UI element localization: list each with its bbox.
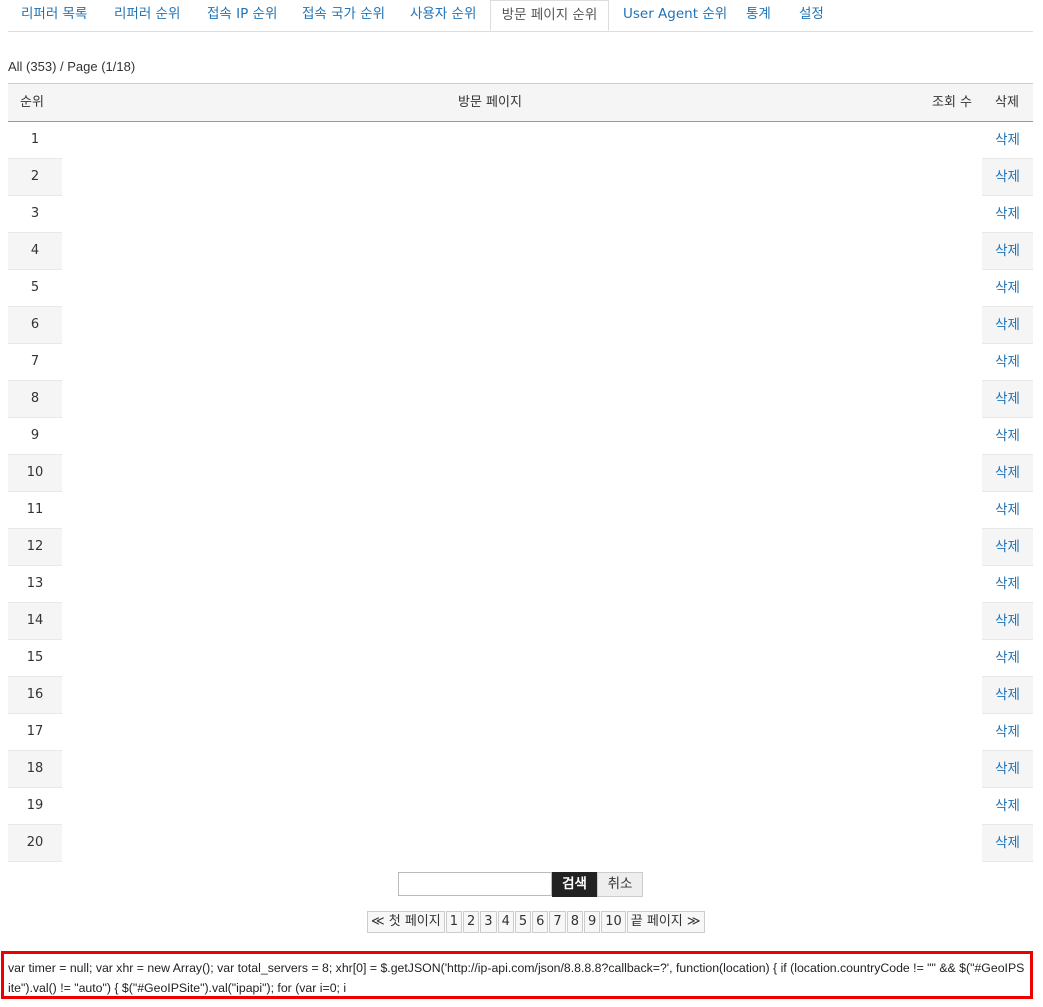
- table-row: 20 삭제: [8, 825, 1033, 862]
- page-number-link[interactable]: 5: [514, 911, 532, 933]
- table-row: 3 삭제: [8, 196, 1033, 233]
- tab-visit-page-rank[interactable]: 방문 페이지 순위: [490, 0, 609, 31]
- tab-bar: 리퍼러 목록 리퍼러 순위 접속 IP 순위 접속 국가 순위 사용자 순위 방…: [8, 0, 1033, 32]
- delete-link[interactable]: 삭제: [982, 788, 1033, 825]
- delete-link[interactable]: 삭제: [982, 159, 1033, 196]
- delete-link[interactable]: 삭제: [982, 677, 1033, 714]
- delete-link[interactable]: 삭제: [982, 566, 1033, 603]
- rank-cell: 4: [8, 233, 62, 270]
- delete-link[interactable]: 삭제: [982, 196, 1033, 233]
- delete-link[interactable]: 삭제: [982, 270, 1033, 307]
- tab-user-agent-rank[interactable]: User Agent 순위: [623, 0, 727, 30]
- rank-cell: 14: [8, 603, 62, 640]
- last-page-link[interactable]: 끝 페이지 ≫: [626, 911, 705, 933]
- table-row: 14 삭제: [8, 603, 1033, 640]
- header-rank: 순위: [20, 95, 44, 110]
- pagination: ≪ 첫 페이지 1 2 3 4 5 6 7 8 9 10 끝 페이지 ≫: [367, 911, 706, 933]
- delete-link[interactable]: 삭제: [982, 640, 1033, 677]
- visit-page-table: 순위 방문 페이지 조회 수 삭제 1 삭제 2 삭제 3 삭제 4 삭제 5 삭제 6 삭제 7 삭제 8…: [8, 83, 1033, 862]
- rank-cell: 1: [8, 122, 62, 159]
- table-row: 19 삭제: [8, 788, 1033, 825]
- rank-cell: 12: [8, 529, 62, 566]
- table-row: 18 삭제: [8, 751, 1033, 788]
- page-number-link[interactable]: 9: [583, 911, 601, 933]
- table-row: 9 삭제: [8, 418, 1033, 455]
- table-row: 15 삭제: [8, 640, 1033, 677]
- page-number-link[interactable]: 8: [566, 911, 583, 933]
- tab-country-rank[interactable]: 접속 국가 순위: [302, 0, 385, 30]
- rank-cell: 3: [8, 196, 62, 233]
- table-row: 2 삭제: [8, 159, 1033, 196]
- tab-user-rank[interactable]: 사용자 순위: [410, 0, 476, 30]
- delete-link[interactable]: 삭제: [982, 603, 1033, 640]
- table-row: 5 삭제: [8, 270, 1033, 307]
- header-delete: 삭제: [995, 95, 1019, 110]
- delete-link[interactable]: 삭제: [982, 492, 1033, 529]
- rank-cell: 11: [8, 492, 62, 529]
- header-views: 조회 수: [932, 95, 973, 110]
- table-header: 순위 방문 페이지 조회 수 삭제: [8, 83, 1033, 122]
- delete-link[interactable]: 삭제: [982, 825, 1033, 862]
- table-row: 6 삭제: [8, 307, 1033, 344]
- injected-script-text: var timer = null; var xhr = new Array();…: [1, 951, 1033, 999]
- delete-link[interactable]: 삭제: [982, 751, 1033, 788]
- page-number-link[interactable]: 10: [601, 911, 626, 933]
- delete-link[interactable]: 삭제: [982, 714, 1033, 751]
- table-row: 7 삭제: [8, 344, 1033, 381]
- summary-count: All (353) / Page (1/18): [8, 59, 136, 74]
- rank-cell: 5: [8, 270, 62, 307]
- rank-cell: 18: [8, 751, 62, 788]
- delete-link[interactable]: 삭제: [982, 529, 1033, 566]
- header-visit-page: 방문 페이지: [458, 95, 522, 110]
- tab-referrer-rank[interactable]: 리퍼러 순위: [114, 0, 180, 30]
- tab-settings[interactable]: 설정: [799, 0, 824, 30]
- page-number-link[interactable]: 6: [532, 911, 549, 933]
- tab-ip-rank[interactable]: 접속 IP 순위: [207, 0, 277, 30]
- table-row: 8 삭제: [8, 381, 1033, 418]
- rank-cell: 7: [8, 344, 62, 381]
- page-number-link[interactable]: 4: [497, 911, 514, 933]
- rank-cell: 13: [8, 566, 62, 603]
- table-row: 17 삭제: [8, 714, 1033, 751]
- delete-link[interactable]: 삭제: [982, 307, 1033, 344]
- page-number-link[interactable]: 2: [463, 911, 480, 933]
- delete-link[interactable]: 삭제: [982, 381, 1033, 418]
- delete-link[interactable]: 삭제: [982, 418, 1033, 455]
- page-number-list: 1 2 3 4 5 6 7 8 9 10: [445, 911, 627, 933]
- delete-link[interactable]: 삭제: [982, 455, 1033, 492]
- cancel-button[interactable]: 취소: [597, 872, 643, 897]
- table-row: 1 삭제: [8, 122, 1033, 159]
- rank-cell: 16: [8, 677, 62, 714]
- table-row: 11 삭제: [8, 492, 1033, 529]
- rank-cell: 19: [8, 788, 62, 825]
- rank-cell: 6: [8, 307, 62, 344]
- table-row: 16 삭제: [8, 677, 1033, 714]
- table-row: 10 삭제: [8, 455, 1033, 492]
- table-row: 13 삭제: [8, 566, 1033, 603]
- rank-cell: 20: [8, 825, 62, 862]
- page-number-link[interactable]: 1: [445, 911, 462, 933]
- search-button[interactable]: 검색: [552, 872, 597, 897]
- page-number-link[interactable]: 7: [549, 911, 566, 933]
- rank-cell: 17: [8, 714, 62, 751]
- delete-link[interactable]: 삭제: [982, 122, 1033, 159]
- first-page-link[interactable]: ≪ 첫 페이지: [367, 911, 445, 933]
- rank-cell: 2: [8, 159, 62, 196]
- page-number-link[interactable]: 3: [480, 911, 497, 933]
- rank-cell: 9: [8, 418, 62, 455]
- rank-cell: 8: [8, 381, 62, 418]
- delete-link[interactable]: 삭제: [982, 344, 1033, 381]
- search-input[interactable]: [398, 872, 552, 896]
- delete-link[interactable]: 삭제: [982, 233, 1033, 270]
- table-row: 4 삭제: [8, 233, 1033, 270]
- table-body: 1 삭제 2 삭제 3 삭제 4 삭제 5 삭제 6 삭제 7 삭제 8 삭제 9 삭제 10 삭제 11 삭제 12 삭제 1…: [8, 122, 1033, 862]
- tab-referrer-list[interactable]: 리퍼러 목록: [21, 0, 87, 30]
- table-row: 12 삭제: [8, 529, 1033, 566]
- rank-cell: 15: [8, 640, 62, 677]
- tab-statistics[interactable]: 통계: [746, 0, 771, 30]
- rank-cell: 10: [8, 455, 62, 492]
